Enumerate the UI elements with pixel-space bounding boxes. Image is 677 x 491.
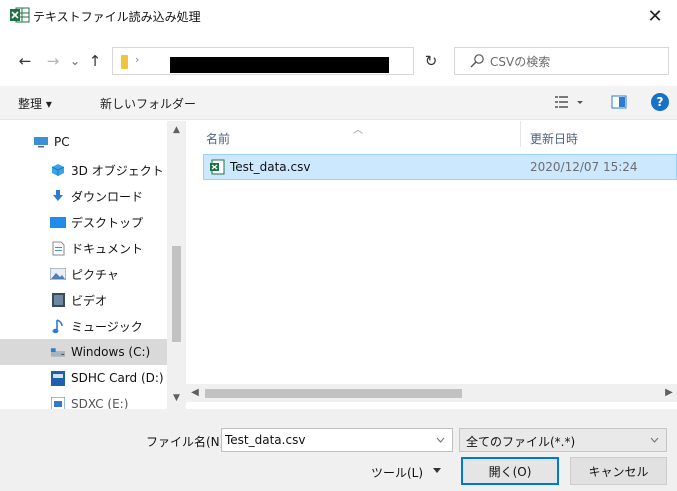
nav-item-videos[interactable]: ビデオ	[0, 287, 167, 313]
preview-pane-icon[interactable]	[611, 94, 627, 110]
forward-button[interactable]: →	[42, 50, 64, 72]
filename-combobox[interactable]	[221, 428, 453, 452]
nav-item-label: SDHC Card (D:)	[71, 371, 164, 385]
tools-button[interactable]: ツール(L)	[371, 464, 423, 481]
caret-down-icon[interactable]	[433, 468, 441, 474]
video-icon	[50, 293, 66, 307]
scroll-down-icon[interactable]: ▼	[171, 393, 182, 403]
open-button[interactable]: 開く(O)	[461, 457, 559, 485]
filename-input[interactable]	[225, 432, 425, 448]
documents-icon	[50, 241, 66, 255]
column-header-date-modified[interactable]: 更新日時	[530, 130, 578, 147]
horizontal-scrollbar[interactable]: ◀ ▶	[186, 384, 677, 402]
window-title: テキストファイル読み込み処理	[33, 10, 201, 24]
nav-vertical-scrollbar[interactable]: ▲ ▼	[167, 121, 186, 409]
nav-item-music[interactable]: ミュージック	[0, 313, 167, 339]
nav-item-label: デスクトップ	[71, 215, 144, 230]
excel-icon	[10, 7, 30, 23]
horizontal-scrollbar-thumb[interactable]	[205, 389, 462, 398]
file-list-pane: ︿ 名前 更新日時 Test_data.csv 2020/12/07 15:24…	[186, 121, 677, 409]
close-button[interactable]: ✕	[633, 0, 677, 32]
search-icon	[470, 54, 484, 68]
close-icon: ✕	[647, 5, 663, 27]
scroll-up-icon[interactable]: ▲	[171, 125, 182, 135]
title-bar: テキストファイル読み込み処理 ✕	[0, 0, 677, 32]
download-icon	[50, 189, 66, 203]
file-date-modified: 2020/12/07 15:24	[530, 160, 638, 174]
nav-item-label: ドキュメント	[71, 241, 144, 256]
nav-item-3d-objects[interactable]: 3D オブジェクト	[0, 157, 167, 183]
nav-item-label: ミュージック	[71, 319, 143, 334]
nav-item-desktop[interactable]: デスクトップ	[0, 209, 167, 235]
breadcrumb-separator-icon: ›	[135, 53, 140, 66]
cancel-button[interactable]: キャンセル	[570, 457, 667, 485]
nav-item-label: Windows (C:)	[71, 345, 151, 359]
file-type-filter-value: 全てのファイル(*.*)	[466, 435, 576, 449]
pc-icon	[33, 135, 49, 149]
redacted-path	[170, 57, 389, 73]
3d-objects-icon	[50, 163, 66, 177]
new-folder-button[interactable]: 新しいフォルダー	[100, 95, 196, 112]
scroll-left-icon[interactable]: ◀	[190, 387, 200, 398]
filename-label: ファイル名(N):	[146, 435, 229, 449]
csv-file-icon	[210, 159, 225, 175]
command-bar: 整理 ▾ 新しいフォルダー ?	[0, 86, 677, 120]
back-button[interactable]: ←	[14, 50, 36, 72]
nav-item-label: SDXC (E:)	[71, 397, 129, 409]
nav-scrollbar-thumb[interactable]	[172, 246, 181, 342]
column-header-name[interactable]: 名前	[206, 130, 230, 147]
search-input[interactable]	[490, 53, 660, 71]
nav-item-sdhc-card-d[interactable]: SDHC Card (D:)	[0, 365, 167, 391]
dialog-footer: ファイル名(N): 全てのファイル(*.*) ツール(L) 開く(O) キャンセ…	[0, 409, 677, 491]
music-icon	[50, 318, 66, 333]
chevron-down-icon: ⌄	[69, 54, 81, 68]
refresh-button[interactable]: ↻	[420, 52, 442, 70]
search-box[interactable]	[454, 47, 669, 75]
sd-card-icon	[50, 397, 66, 409]
nav-item-windows-c[interactable]: Windows (C:)	[0, 339, 167, 365]
chevron-down-icon[interactable]	[436, 437, 445, 443]
nav-item-label: 3D オブジェクト	[71, 163, 164, 178]
refresh-icon: ↻	[424, 52, 438, 70]
file-name: Test_data.csv	[230, 160, 311, 174]
up-button[interactable]: ↑	[84, 50, 106, 72]
nav-item-label: ピクチャ	[71, 267, 119, 282]
nav-item-pictures[interactable]: ピクチャ	[0, 261, 167, 287]
nav-item-downloads[interactable]: ダウンロード	[0, 183, 167, 209]
nav-item-label: ビデオ	[71, 293, 108, 308]
arrow-left-icon: ←	[18, 52, 32, 70]
pictures-icon	[50, 267, 66, 281]
desktop-icon	[50, 215, 66, 229]
sd-card-icon	[50, 370, 66, 386]
file-row[interactable]: Test_data.csv 2020/12/07 15:24	[203, 154, 677, 180]
folder-icon	[121, 55, 128, 69]
nav-item-pc[interactable]: PC	[0, 129, 167, 155]
address-row: ← → ⌄ ↑ › ↻	[0, 45, 677, 77]
organize-button[interactable]: 整理 ▾	[18, 95, 52, 112]
sort-ascending-icon: ︿	[353, 125, 363, 136]
navigation-pane: PC 3D オブジェクト ダウンロード デスクトップ ドキュメント ピクチャ ビ…	[0, 121, 186, 409]
nav-item-label: ダウンロード	[71, 189, 144, 204]
arrow-up-icon: ↑	[88, 52, 102, 70]
nav-item-sdxc-e[interactable]: SDXC (E:)	[0, 391, 167, 409]
nav-item-documents[interactable]: ドキュメント	[0, 235, 167, 261]
scroll-right-icon[interactable]: ▶	[664, 387, 674, 398]
arrow-right-icon: →	[46, 52, 60, 70]
chevron-down-icon	[650, 437, 659, 443]
change-view-icon[interactable]	[553, 93, 585, 113]
address-bar[interactable]: ›	[112, 47, 516, 75]
nav-item-label: PC	[54, 135, 70, 149]
help-icon[interactable]: ?	[651, 93, 669, 111]
recent-locations-button[interactable]: ⌄	[64, 50, 86, 72]
drive-icon	[50, 345, 66, 359]
column-divider[interactable]	[520, 121, 521, 147]
file-type-filter[interactable]: 全てのファイル(*.*)	[459, 428, 667, 452]
